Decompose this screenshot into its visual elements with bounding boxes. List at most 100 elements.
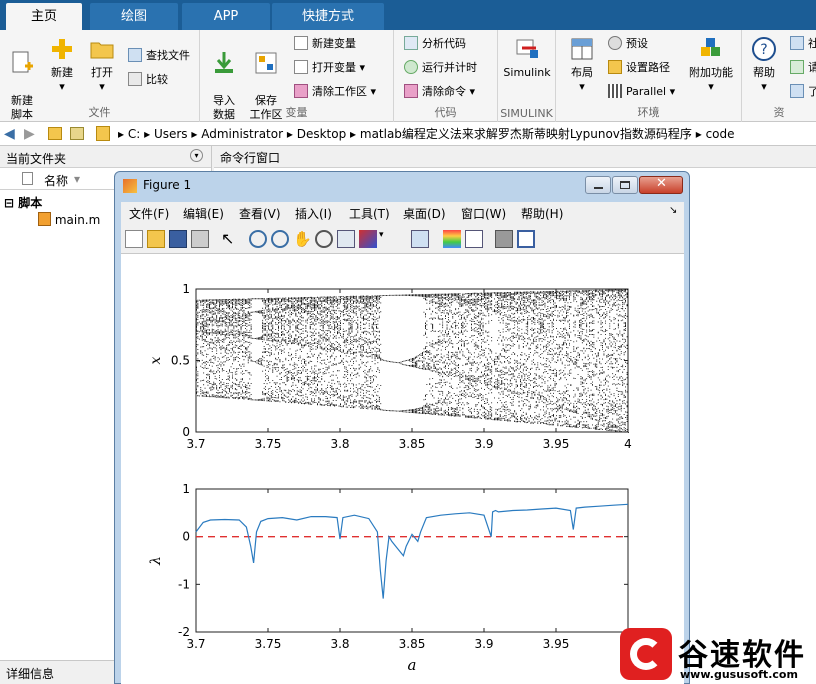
save-icon[interactable] <box>169 230 187 248</box>
data-cursor-icon[interactable] <box>337 230 355 248</box>
find-files-button[interactable]: 查找文件 <box>128 46 190 66</box>
chevron-down-icon: ▾ <box>370 85 377 98</box>
brush-icon[interactable] <box>359 230 377 248</box>
section-resources-label: 资 <box>773 106 785 119</box>
rotate-icon[interactable] <box>315 230 333 248</box>
new-figure-icon[interactable] <box>125 230 143 248</box>
print-icon[interactable] <box>191 230 209 248</box>
x-tick-label: 3.75 <box>255 437 282 451</box>
add-ons-button[interactable]: 附加功能 ▾ <box>686 36 736 94</box>
find-files-label: 查找文件 <box>146 49 190 62</box>
pointer-icon[interactable]: ↖ <box>221 230 239 248</box>
figure-canvas[interactable]: 3.7 3.75 3.8 3.85 3.9 3.95 4 0 0.5 1 x 3.7 3.75 3.8 3… <box>121 254 684 684</box>
breadcrumb-item[interactable]: Desktop <box>297 127 347 141</box>
details-label[interactable]: 详细信息 <box>6 665 54 682</box>
collapse-icon[interactable]: ⊟ <box>4 196 14 210</box>
figure-title-bar[interactable]: Figure 1 ✕ <box>115 172 689 200</box>
simulink-button[interactable]: Simulink <box>502 36 552 80</box>
open-label: 打开 <box>91 66 113 79</box>
preferences-button[interactable]: 预设 <box>608 34 648 54</box>
tab-apps[interactable]: APP <box>182 3 270 30</box>
x-tick-label: 3.85 <box>399 437 426 451</box>
tab-home[interactable]: 主页 <box>6 3 82 30</box>
community-button[interactable]: 社 <box>790 34 816 54</box>
link-plot-icon[interactable] <box>411 230 429 248</box>
breadcrumb-item[interactable]: matlab编程定义法来求解罗杰斯蒂映射Lypunov指数源码程序 <box>360 127 692 141</box>
tab-shortcuts[interactable]: 快捷方式 <box>272 3 384 30</box>
x-tick-label: 3.85 <box>399 637 426 651</box>
tab-plots[interactable]: 绘图 <box>90 3 178 30</box>
y-tick-label: 0 <box>182 530 190 544</box>
compare-button[interactable]: 比较 <box>128 70 168 90</box>
zoom-out-icon[interactable] <box>271 230 289 248</box>
clear-workspace-button[interactable]: 清除工作区 ▾ <box>294 82 376 102</box>
menu-window[interactable]: 窗口(W) <box>461 205 506 222</box>
zoom-in-icon[interactable] <box>249 230 267 248</box>
minimize-button[interactable] <box>585 176 611 194</box>
forward-arrow-icon[interactable]: ▶ <box>24 122 35 146</box>
command-window-header: 命令行窗口 <box>214 146 816 168</box>
menu-tools[interactable]: 工具(T) <box>349 205 390 222</box>
clear-workspace-label: 清除工作区 <box>312 85 367 98</box>
new-variable-button[interactable]: 新建变量 <box>294 34 356 54</box>
panel-menu-icon[interactable]: ▾ <box>190 149 203 162</box>
dock-arrow-icon[interactable]: ↘ <box>669 205 677 216</box>
run-and-time-button[interactable]: 运行并计时 <box>404 58 477 78</box>
list-item[interactable]: ⊟ 脚本 <box>4 194 42 211</box>
menu-file[interactable]: 文件(F) <box>129 205 169 222</box>
analyze-code-button[interactable]: 分析代码 <box>404 34 466 54</box>
breadcrumb-item[interactable]: Administrator <box>201 127 283 141</box>
y-tick-label: 0.5 <box>171 354 190 368</box>
show-tools-icon[interactable] <box>517 230 535 248</box>
hide-tools-icon[interactable] <box>495 230 513 248</box>
y-tick-label: 0 <box>182 425 190 439</box>
menu-view[interactable]: 查看(V) <box>239 205 281 222</box>
request-support-button[interactable]: 请 <box>790 58 816 78</box>
y-axis-label: λ <box>148 556 164 566</box>
open-file-icon[interactable] <box>147 230 165 248</box>
compare-label: 比较 <box>146 73 168 86</box>
maximize-button[interactable] <box>612 176 638 194</box>
breadcrumb-item[interactable]: Users <box>154 127 188 141</box>
logo-icon <box>620 628 672 680</box>
pan-icon[interactable]: ✋ <box>293 230 312 248</box>
chevron-down-icon: ▾ <box>359 61 366 74</box>
list-item[interactable]: main.m <box>38 212 100 227</box>
chevron-down-icon[interactable]: ▾ <box>379 230 387 248</box>
up-folder-icon[interactable] <box>48 127 62 140</box>
menu-insert[interactable]: 插入(I) <box>295 205 332 222</box>
plus-icon <box>52 39 72 59</box>
help-button[interactable]: ? 帮助 ▾ <box>746 36 782 94</box>
close-button[interactable]: ✕ <box>639 176 683 194</box>
menu-desktop[interactable]: 桌面(D) <box>403 205 446 222</box>
legend-icon[interactable] <box>465 230 483 248</box>
back-arrow-icon[interactable]: ◀ <box>4 122 15 146</box>
chevron-down-icon: ▾ <box>669 85 676 98</box>
x-tick-label: 3.7 <box>186 437 205 451</box>
breadcrumb-item[interactable]: code <box>706 127 735 141</box>
new-button[interactable]: 新建 ▾ <box>44 36 80 94</box>
breadcrumb-item[interactable]: C: <box>128 127 140 141</box>
clear-commands-button[interactable]: 清除命令 ▾ <box>404 82 475 102</box>
svg-text:?: ? <box>760 42 767 58</box>
bifurcation-axes[interactable]: 3.7 3.75 3.8 3.85 3.9 3.95 4 0 0.5 1 x <box>121 254 684 469</box>
new-script-icon <box>12 51 33 73</box>
maximize-icon <box>620 181 630 189</box>
browse-folder-icon[interactable] <box>70 127 84 140</box>
breadcrumb: ▸ C: ▸ Users ▸ Administrator ▸ Desktop ▸… <box>118 122 735 146</box>
parallel-button[interactable]: Parallel ▾ <box>608 82 675 102</box>
colorbar-icon[interactable] <box>443 230 461 248</box>
learn-matlab-button[interactable]: 了 <box>790 82 816 102</box>
menu-edit[interactable]: 编辑(E) <box>183 205 224 222</box>
simulink-icon <box>516 39 538 58</box>
menu-help[interactable]: 帮助(H) <box>521 205 563 222</box>
lyapunov-axes[interactable]: 3.7 3.75 3.8 3.85 3.9 3.95 -2 -1 0 1 λ a <box>121 469 684 684</box>
chevron-down-icon: ▾ <box>59 80 65 93</box>
grid-icon <box>294 60 308 74</box>
layout-button[interactable]: 布局 ▾ <box>564 36 600 94</box>
open-button[interactable]: 打开 ▾ <box>84 36 120 94</box>
set-path-label: 设置路径 <box>626 61 670 74</box>
eraser-icon <box>294 84 308 98</box>
open-variable-button[interactable]: 打开变量 ▾ <box>294 58 365 78</box>
set-path-button[interactable]: 设置路径 <box>608 58 670 78</box>
